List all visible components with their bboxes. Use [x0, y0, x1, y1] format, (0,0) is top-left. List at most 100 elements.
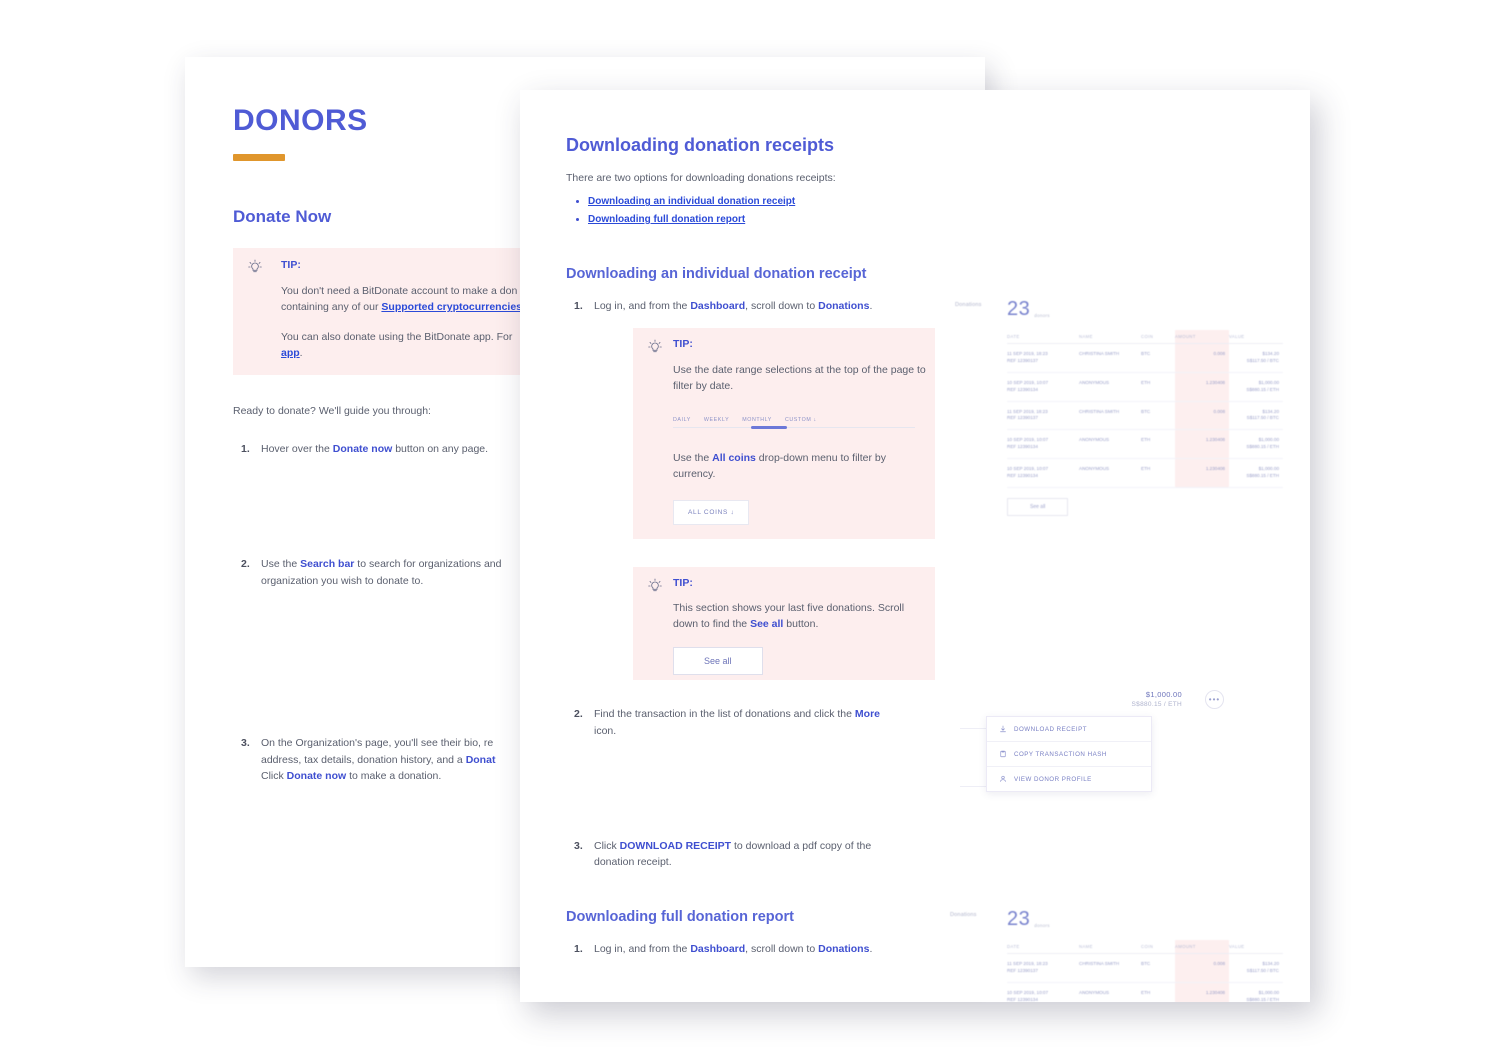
col-amount[interactable]: AMOUNT — [1175, 330, 1229, 344]
cell-coin: ETH — [1141, 372, 1175, 402]
widget-section-label: Donations — [955, 302, 982, 308]
cell-date: 10 SEP 2019, 10:07 REF 12390134 — [1007, 982, 1079, 1002]
cell-amount: 1.230408 — [1175, 429, 1229, 460]
dashboard-link-2[interactable]: Dashboard — [690, 943, 745, 955]
step-number: 3. — [241, 736, 250, 749]
cell-value: $134.20 S$117.50 / BTC — [1229, 953, 1283, 983]
col-name[interactable]: NAME — [1079, 940, 1141, 954]
donor-count-unit: donors — [1034, 313, 1050, 318]
step-text-line2: address, tax details, donation history, … — [261, 753, 466, 766]
cell-coin: ETH — [1141, 429, 1175, 460]
donations-widget-screenshot-top: Donations 23 donors DATE NAME COIN AMOUN… — [955, 298, 1295, 516]
page-stage: DONORS Donate Now TIP: You don't need a — [0, 0, 1500, 1061]
step-text-end: . — [869, 943, 873, 956]
donor-count: 23 — [1007, 298, 1031, 320]
front-page-sheet: Downloading donation receipts There are … — [520, 90, 1310, 1002]
table-row[interactable]: 11 SEP 2019, 18:23 REF 12390137 CHRISTINA… — [1007, 343, 1283, 373]
see-all-link[interactable]: See all — [750, 618, 783, 630]
step-text: Find the transaction in the list of dona… — [594, 708, 855, 721]
tab-daily[interactable]: DAILY — [673, 417, 691, 423]
lightbulb-icon — [648, 578, 662, 592]
menu-item-download-receipt[interactable]: DOWNLOAD RECEIPT — [987, 717, 1151, 742]
dashboard-link[interactable]: Dashboard — [690, 300, 745, 312]
tab-custom[interactable]: CUSTOM ↓ — [785, 417, 817, 423]
col-coin[interactable]: COIN — [1141, 330, 1175, 344]
donate-link-partial[interactable]: Donat — [466, 754, 496, 766]
download-receipt-link[interactable]: DOWNLOAD RECEIPT — [620, 840, 731, 852]
see-all-button-screenshot[interactable]: See all — [673, 646, 763, 675]
table-row[interactable]: 11 SEP 2019, 18:23 REF 12390137 CHRISTINA… — [1007, 401, 1283, 431]
tip-box-see-all: TIP: This section shows your last five d… — [633, 567, 935, 681]
cell-value: $134.20 S$117.50 / BTC — [1229, 343, 1283, 373]
widget-section-label: Donations — [950, 912, 977, 918]
col-amount[interactable]: AMOUNT — [1175, 940, 1229, 954]
cell-date: 11 SEP 2019, 18:23 REF 12390137 — [1007, 953, 1079, 983]
tip1-text-1: Use the date range selections at the top… — [673, 364, 926, 393]
step-text-line3: Click — [261, 770, 287, 783]
table-row[interactable]: 10 SEP 2019, 10:07 REF 12390134 ANONYMOUS… — [1007, 372, 1283, 402]
col-name[interactable]: NAME — [1079, 330, 1141, 344]
search-bar-link[interactable]: Search bar — [300, 558, 354, 570]
table-row[interactable]: 10 SEP 2019, 10:07 REF 12390134 ANONYMOUS… — [1007, 982, 1283, 1002]
front-step-2: 2. Find the transaction in the list of d… — [566, 706, 896, 740]
table-header-row: DATE NAME COIN AMOUNT VALUE — [1007, 330, 1283, 344]
more-icon[interactable]: ••• — [1205, 690, 1224, 709]
cell-amount: 0.008 — [1175, 401, 1229, 431]
toc-link-individual-receipt[interactable]: Downloading an individual donation recei… — [588, 196, 795, 207]
cell-coin: BTC — [1141, 953, 1175, 983]
table-row[interactable]: 11 SEP 2019, 18:23 REF 12390137 CHRISTINA… — [1007, 953, 1283, 983]
tip-label: TIP: — [673, 577, 693, 590]
donations-link[interactable]: Donations — [818, 300, 869, 312]
step-number: 1. — [574, 943, 583, 956]
donor-count: 23 — [1007, 908, 1031, 930]
see-all-button-widget[interactable]: See all — [1007, 497, 1069, 516]
cell-name: ANONYMOUS — [1079, 429, 1141, 460]
tab-monthly[interactable]: MONTHLY — [742, 417, 772, 423]
col-date[interactable]: DATE — [1007, 940, 1079, 954]
col-coin[interactable]: COIN — [1141, 940, 1175, 954]
all-coins-dropdown-screenshot[interactable]: ALL COINS ↓ — [673, 500, 750, 526]
donations-link-2[interactable]: Donations — [818, 943, 869, 955]
cell-coin: BTC — [1141, 401, 1175, 431]
toc-item-1[interactable]: Downloading an individual donation recei… — [588, 194, 1266, 211]
more-link[interactable]: More — [855, 708, 880, 720]
menu-item-copy-transaction-hash[interactable]: COPY TRANSACTION HASH — [987, 742, 1151, 767]
col-value[interactable]: VALUE — [1229, 940, 1283, 954]
step-text-end: . — [869, 300, 873, 313]
cell-value: $1,000.00 S$880.15 / ETH — [1229, 458, 1283, 488]
table-row[interactable]: 10 SEP 2019, 10:07 REF 12390134 ANONYMOUS… — [1007, 458, 1283, 488]
date-range-tabs-screenshot: DAILY WEEKLY MONTHLY CUSTOM ↓ — [673, 417, 919, 429]
step-number: 2. — [574, 708, 583, 721]
front-page-title: Downloading donation receipts — [566, 135, 835, 155]
app-link[interactable]: app — [281, 347, 300, 359]
menu-item-view-donor-profile[interactable]: VIEW DONOR PROFILE — [987, 767, 1151, 791]
col-date[interactable]: DATE — [1007, 330, 1079, 344]
tip2-text-b: button. — [783, 618, 819, 631]
cell-amount: 1.230408 — [1175, 982, 1229, 1002]
front-step-1: 1. Log in, and from the Dashboard, scrol… — [566, 298, 906, 315]
cell-name: CHRISTINA SMITH — [1079, 953, 1141, 983]
cell-value: $134.20 S$117.50 / BTC — [1229, 401, 1283, 431]
tip-paragraph-2a: You can also donate using the BitDonate … — [281, 330, 513, 343]
tip-paragraph-1b: containing any of our — [281, 301, 382, 314]
cell-amount: 1.230408 — [1175, 372, 1229, 402]
cell-date: 10 SEP 2019, 10:07 REF 12390134 — [1007, 458, 1079, 488]
step-text: Log in, and from the — [594, 943, 691, 956]
toc-link-full-report[interactable]: Downloading full donation report — [588, 214, 745, 225]
front-page-body: Downloading donation receipts There are … — [566, 135, 1266, 958]
step-text: Click — [594, 839, 620, 852]
col-value[interactable]: VALUE — [1229, 330, 1283, 344]
all-coins-link[interactable]: All coins — [712, 452, 756, 464]
cell-date: 11 SEP 2019, 18:23 REF 12390137 — [1007, 343, 1079, 373]
table-row[interactable]: 10 SEP 2019, 10:07 REF 12390134 ANONYMOUS… — [1007, 429, 1283, 460]
toc-item-2[interactable]: Downloading full donation report — [588, 212, 1266, 229]
section1-step1-list: 1. Log in, and from the Dashboard, scrol… — [566, 298, 906, 315]
step-number: 2. — [241, 558, 250, 571]
tab-weekly[interactable]: WEEKLY — [704, 417, 729, 423]
donate-now-link-2[interactable]: Donate now — [287, 770, 347, 782]
section-heading-individual-receipt: Downloading an individual donation recei… — [566, 266, 867, 283]
donor-count-unit: donors — [1034, 923, 1050, 928]
donate-now-link[interactable]: Donate now — [333, 443, 393, 455]
section1-step3-list: 3. Click DOWNLOAD RECEIPT to download a … — [566, 838, 896, 872]
supported-cryptocurrencies-link[interactable]: Supported cryptocurrencies — [381, 301, 522, 313]
